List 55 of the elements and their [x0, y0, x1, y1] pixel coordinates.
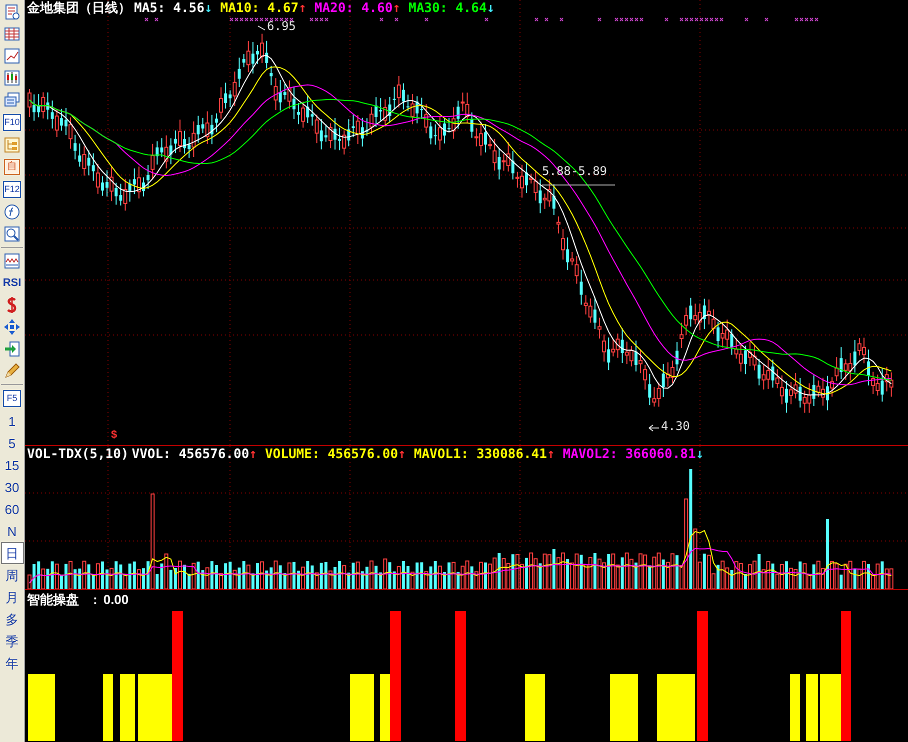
- pencil-icon[interactable]: [4, 363, 20, 379]
- period-button[interactable]: 日: [0, 542, 24, 564]
- indicator-reading: VOLUME: 456576.00: [264, 447, 398, 463]
- trend-arrow: ↑: [546, 447, 555, 463]
- period-button[interactable]: 1: [0, 410, 24, 432]
- indicator-reading: MAVOL2: 366060.81: [562, 447, 696, 463]
- price-label: 6.95: [267, 20, 296, 32]
- trend-arrow: ↓: [486, 1, 495, 17]
- rsi-button[interactable]: RSI: [0, 272, 24, 294]
- indicator-reading: MA10: 4.67: [220, 1, 299, 17]
- period-button[interactable]: 月: [0, 586, 24, 608]
- move-icon[interactable]: [4, 319, 20, 335]
- wave-chart-icon[interactable]: [4, 253, 20, 269]
- report-icon[interactable]: [4, 4, 20, 20]
- indicator-reading: VVOL: 456576.00: [132, 447, 250, 463]
- indicator-reading: MAVOL1: 330086.41: [414, 447, 547, 463]
- trend-arrow: ↑: [392, 1, 400, 17]
- function-icon[interactable]: [4, 204, 20, 220]
- trend-arrow: ↑: [298, 1, 306, 17]
- exit-icon[interactable]: [4, 341, 20, 357]
- period-button[interactable]: 30: [0, 476, 24, 498]
- indicator-value: 0.00: [103, 592, 129, 608]
- windows-icon[interactable]: [4, 92, 20, 108]
- arrow-icon: [648, 424, 660, 432]
- period-button[interactable]: 60: [0, 498, 24, 520]
- period-button[interactable]: N: [0, 520, 24, 542]
- signal-mark: $: [111, 430, 118, 441]
- indicator-reading: MA5: 4.56: [134, 1, 204, 17]
- trend-arrow: ↓: [204, 1, 212, 17]
- indicator-label: 智能操盘: [27, 592, 79, 608]
- leader-line: [258, 26, 266, 30]
- trend-arrow: ↑: [398, 447, 406, 463]
- indicator-reading: MA30: 4.64: [408, 1, 487, 17]
- period-button[interactable]: 5: [0, 432, 24, 454]
- period-button[interactable]: 季: [0, 630, 24, 652]
- period-button[interactable]: 周: [0, 564, 24, 586]
- period-button[interactable]: 多: [0, 608, 24, 630]
- trend-arrow: ↑: [249, 447, 257, 463]
- trend-arrow: ↓: [696, 447, 704, 463]
- candlestick-icon[interactable]: [4, 70, 20, 86]
- line-chart-icon[interactable]: [4, 48, 20, 64]
- toolbar-button[interactable]: F5: [3, 390, 21, 407]
- search-icon[interactable]: [4, 226, 20, 242]
- period-button[interactable]: 年: [0, 652, 24, 674]
- toolbar-button[interactable]: F12: [3, 181, 21, 198]
- period-button[interactable]: 15: [0, 454, 24, 476]
- table-icon[interactable]: [4, 26, 20, 42]
- tree-icon[interactable]: [4, 137, 20, 153]
- price-label: 4.30: [661, 420, 690, 432]
- indicator-reading: MA20: 4.60: [314, 1, 393, 17]
- toolbar-button[interactable]: 自: [4, 159, 20, 175]
- chart-title: 金地集团（日线）: [27, 1, 131, 17]
- indicator-separator: :: [93, 592, 98, 608]
- chart-title: VOL-TDX(5,10): [27, 447, 129, 463]
- toolbar-button[interactable]: F10: [3, 114, 21, 131]
